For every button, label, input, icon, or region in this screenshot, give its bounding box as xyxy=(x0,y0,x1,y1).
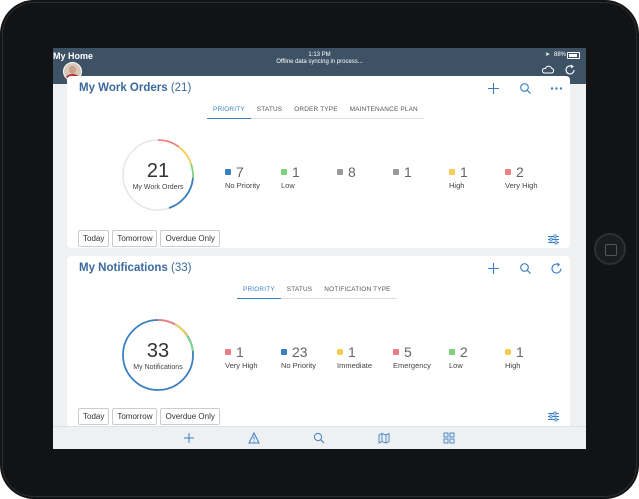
tab-maintenance-plan[interactable]: MAINTENANCE PLAN xyxy=(343,106,424,119)
refresh-icon[interactable] xyxy=(550,262,563,275)
stat-emergency[interactable]: 5 Emergency xyxy=(393,344,453,370)
notifications-card: My Notifications (33) PRIORITY STATUS NO… xyxy=(67,256,570,428)
stat-value: 1 xyxy=(292,164,300,180)
notifications-total-label: My Notifications xyxy=(133,364,183,371)
priority-dot-icon xyxy=(281,169,287,175)
tab-status[interactable]: STATUS xyxy=(250,106,289,119)
work-orders-card: My Work Orders (21) PRIORITY STATUS ORDE… xyxy=(67,76,570,248)
cloud-sync-icon[interactable] xyxy=(541,63,555,77)
stat-label: Immediate xyxy=(337,361,373,370)
battery-percent: 88% xyxy=(553,52,566,58)
priority-dot-icon xyxy=(393,169,399,175)
stat-low[interactable]: 1 Low xyxy=(281,164,341,190)
tab-order-type[interactable]: ORDER TYPE xyxy=(288,106,344,119)
refresh-icon[interactable] xyxy=(563,63,577,77)
search-icon[interactable] xyxy=(519,262,532,275)
tab-status[interactable]: STATUS xyxy=(280,286,319,299)
tab-notification-type[interactable]: NOTIFICATION TYPE xyxy=(318,286,397,299)
stat-label: No Priority xyxy=(281,361,317,370)
priority-dot-icon xyxy=(225,169,231,175)
stat-label: No Priority xyxy=(225,181,261,190)
stat-value: 1 xyxy=(348,344,356,360)
stat-value: 2 xyxy=(516,164,524,180)
stat-unlabeled-1[interactable]: 8 xyxy=(337,164,397,181)
stat-label: Low xyxy=(281,181,295,190)
notifications-filters: Today Tomorrow Overdue Only xyxy=(78,408,220,425)
stat-immediate[interactable]: 1 Immediate xyxy=(337,344,397,370)
stat-very-high[interactable]: 2 Very High xyxy=(505,164,565,190)
warning-icon[interactable] xyxy=(248,432,260,444)
work-orders-filters: Today Tomorrow Overdue Only xyxy=(78,230,220,247)
priority-dot-icon xyxy=(449,169,455,175)
work-orders-title-text: My Work Orders xyxy=(79,82,168,94)
plus-icon[interactable] xyxy=(183,432,195,444)
stat-value: 8 xyxy=(348,164,356,180)
stat-label: High xyxy=(505,361,521,370)
stat-no-priority[interactable]: 7 No Priority xyxy=(225,164,285,190)
stat-value: 2 xyxy=(460,344,468,360)
stat-unlabeled-2[interactable]: 1 xyxy=(393,164,453,181)
stat-label: Very High xyxy=(225,361,258,370)
filter-overdue-button[interactable]: Overdue Only xyxy=(160,408,220,425)
search-icon[interactable] xyxy=(313,432,325,444)
filter-today-button[interactable]: Today xyxy=(78,230,110,247)
stat-low[interactable]: 2 Low xyxy=(449,344,509,370)
stat-value: 23 xyxy=(292,344,308,360)
app-screen: My Home 1:13 PM Offline data syncing in … xyxy=(53,48,586,449)
stat-high[interactable]: 1 High xyxy=(505,344,565,370)
stat-value: 5 xyxy=(404,344,412,360)
sync-status-message: Offline data syncing in process... xyxy=(276,59,363,65)
work-orders-title[interactable]: My Work Orders (21) xyxy=(79,82,191,94)
filter-tomorrow-button[interactable]: Tomorrow xyxy=(112,230,158,247)
search-icon[interactable] xyxy=(519,82,532,95)
map-icon[interactable] xyxy=(378,432,390,444)
filter-settings-icon[interactable] xyxy=(547,233,560,246)
filter-tomorrow-button[interactable]: Tomorrow xyxy=(112,408,158,425)
stat-value: 1 xyxy=(460,164,468,180)
priority-dot-icon xyxy=(449,349,455,355)
priority-dot-icon xyxy=(337,169,343,175)
priority-dot-icon xyxy=(281,349,287,355)
priority-dot-icon xyxy=(337,349,343,355)
add-icon[interactable] xyxy=(487,82,500,95)
priority-dot-icon xyxy=(505,169,511,175)
stat-high[interactable]: 1 High xyxy=(449,164,509,190)
home-button[interactable] xyxy=(594,233,626,265)
notifications-tabs: PRIORITY STATUS NOTIFICATION TYPE xyxy=(237,286,397,299)
stat-label: Low xyxy=(449,361,463,370)
status-time: 1:13 PM xyxy=(308,52,331,58)
stat-value: 1 xyxy=(516,344,524,360)
add-icon[interactable] xyxy=(487,262,500,275)
priority-dot-icon xyxy=(393,349,399,355)
work-orders-tabs: PRIORITY STATUS ORDER TYPE MAINTENANCE P… xyxy=(207,106,424,119)
filter-settings-icon[interactable] xyxy=(547,410,560,423)
work-orders-total-label: My Work Orders xyxy=(132,184,184,191)
stat-value: 7 xyxy=(236,164,244,180)
priority-dot-icon xyxy=(505,349,511,355)
stat-label: Emergency xyxy=(393,361,431,370)
notifications-title-text: My Notifications xyxy=(79,262,168,274)
battery-icon xyxy=(567,52,580,59)
bottom-nav-bar xyxy=(53,426,586,449)
filter-today-button[interactable]: Today xyxy=(78,408,110,425)
work-orders-total: 21 xyxy=(146,160,170,182)
notifications-title[interactable]: My Notifications (33) xyxy=(79,262,191,274)
more-options-icon[interactable] xyxy=(550,82,563,95)
filter-overdue-button[interactable]: Overdue Only xyxy=(160,230,220,247)
stat-very-high[interactable]: 1 Very High xyxy=(225,344,285,370)
stat-label: High xyxy=(449,181,465,190)
priority-dot-icon xyxy=(225,349,231,355)
tab-priority[interactable]: PRIORITY xyxy=(237,286,281,299)
tab-priority[interactable]: PRIORITY xyxy=(207,106,251,119)
notifications-total: 33 xyxy=(146,340,170,362)
notifications-count: (33) xyxy=(171,262,192,274)
stat-value: 1 xyxy=(236,344,244,360)
grid-icon[interactable] xyxy=(443,432,455,444)
stat-value: 1 xyxy=(404,164,412,180)
stat-no-priority[interactable]: 23 No Priority xyxy=(281,344,341,370)
location-arrow-icon: ➤ xyxy=(544,52,550,58)
ipad-frame: My Home 1:13 PM Offline data syncing in … xyxy=(0,0,639,499)
work-orders-count: (21) xyxy=(170,82,192,94)
stat-label: Very High xyxy=(505,181,538,190)
